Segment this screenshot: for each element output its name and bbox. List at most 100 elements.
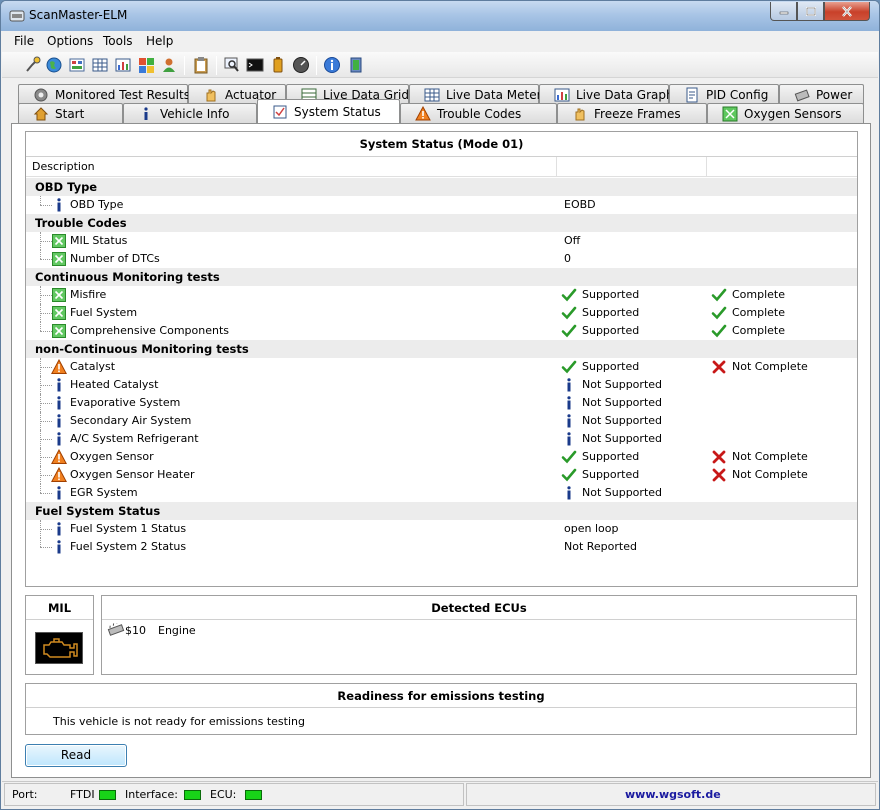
tab-monitored-test-results[interactable]: Monitored Test Results — [18, 84, 190, 104]
menu-options[interactable]: Options — [47, 34, 93, 48]
row-value: Supported — [582, 306, 640, 319]
user-icon[interactable] — [160, 56, 178, 74]
table-row[interactable]: Evaporative System Not Supported — [26, 394, 857, 412]
globe-icon[interactable] — [45, 56, 63, 74]
row-label: Catalyst — [70, 360, 116, 373]
table-row[interactable]: Misfire Supported Complete — [26, 286, 857, 304]
ecu-status-led — [245, 790, 262, 800]
tab-live-data-meter[interactable]: Live Data Meter — [409, 84, 542, 104]
table-row[interactable]: Fuel System Supported Complete — [26, 304, 857, 322]
mil-indicator — [35, 632, 83, 664]
info-icon[interactable] — [323, 56, 341, 74]
graph-icon[interactable] — [114, 56, 132, 74]
row-label: MIL Status — [70, 234, 128, 247]
tab-trouble-codes[interactable]: Trouble Codes — [400, 103, 557, 123]
table-row[interactable]: Number of DTCs 0 — [26, 250, 857, 268]
table-row[interactable]: EGR System Not Supported — [26, 484, 857, 502]
section-header[interactable]: non-Continuous Monitoring tests — [26, 340, 857, 358]
graph-icon — [554, 88, 570, 101]
checkmark-icon — [561, 450, 577, 464]
minimize-button[interactable] — [770, 2, 797, 21]
menu-tools[interactable]: Tools — [103, 34, 133, 48]
table-row[interactable]: Heated Catalyst Not Supported — [26, 376, 857, 394]
engine-warning-icon — [43, 638, 78, 658]
info-icon — [144, 106, 148, 120]
table-row[interactable]: Oxygen Sensor Heater Supported Not Complet… — [26, 466, 857, 484]
column-header-result[interactable] — [707, 157, 857, 177]
row-value: Off — [564, 234, 581, 247]
gauge-icon[interactable] — [292, 56, 310, 74]
checkmark-icon — [561, 360, 577, 374]
warning-icon — [51, 359, 67, 374]
row-label: Fuel System 1 Status — [70, 522, 187, 535]
website-link[interactable]: www.wgsoft.de — [625, 788, 721, 801]
table-row[interactable]: A/C System Refrigerant Not Supported — [26, 430, 857, 448]
row-value: EOBD — [564, 198, 596, 211]
ecu-list-item[interactable]: $10 Engine — [107, 623, 507, 641]
tab-vehicle-info[interactable]: Vehicle Info — [123, 103, 257, 123]
exit-icon[interactable] — [347, 56, 365, 74]
row-result: Complete — [732, 324, 786, 337]
tree-connector — [40, 538, 41, 547]
table-row[interactable]: Fuel System 2 Status Not Reported — [26, 538, 857, 556]
mil-title: MIL — [26, 596, 93, 620]
section-header[interactable]: Fuel System Status — [26, 502, 857, 520]
grid-title: System Status (Mode 01) — [26, 132, 857, 157]
tree-connector — [40, 250, 41, 259]
battery-icon[interactable] — [269, 56, 287, 74]
menu-file[interactable]: File — [14, 34, 34, 48]
table-row[interactable]: Catalyst Supported Not Complete — [26, 358, 857, 376]
ecu-name: Engine — [158, 624, 196, 637]
connect-icon[interactable] — [23, 56, 41, 74]
tab-start[interactable]: Start — [18, 103, 123, 123]
grid-icon[interactable] — [91, 56, 109, 74]
ok-green-icon — [52, 252, 66, 266]
table-row[interactable]: Comprehensive Components Supported Complet… — [26, 322, 857, 340]
search-icon[interactable] — [223, 56, 241, 74]
row-value: Supported — [582, 324, 640, 337]
checkmark-icon — [711, 288, 727, 302]
tab-power[interactable]: Power — [779, 84, 864, 104]
interface-label: Interface: — [125, 788, 178, 801]
table-row[interactable]: Oxygen Sensor Supported Not Complete — [26, 448, 857, 466]
document-icon — [686, 87, 698, 102]
column-header-description[interactable]: Description — [26, 157, 557, 177]
terminal-icon[interactable] — [246, 56, 264, 74]
cross-icon — [712, 468, 726, 482]
vehicle-info-icon[interactable] — [68, 56, 86, 74]
tab-live-data-graph[interactable]: Live Data Graph — [539, 84, 674, 104]
section-header[interactable]: OBD Type — [26, 178, 857, 196]
tab-oxygen-sensors[interactable]: Oxygen Sensors — [707, 103, 864, 123]
row-label: Fuel System — [70, 306, 138, 319]
tree-connector — [40, 196, 41, 205]
tab-pid-config[interactable]: PID Config — [669, 84, 779, 104]
info-icon — [57, 486, 61, 500]
tab-freeze-frames[interactable]: Freeze Frames — [557, 103, 707, 123]
toolbar-separator — [216, 56, 217, 75]
chip-icon — [107, 623, 125, 636]
ok-green-icon — [52, 288, 66, 302]
readiness-title: Readiness for emissions testing — [26, 684, 856, 708]
clipboard-icon[interactable] — [192, 56, 210, 74]
row-value: 0 — [564, 252, 571, 265]
menu-help[interactable]: Help — [146, 34, 173, 48]
cross-icon — [712, 360, 726, 374]
table-row[interactable]: MIL Status Off — [26, 232, 857, 250]
close-button[interactable] — [824, 2, 870, 21]
sensor-icon — [722, 106, 738, 121]
info-icon — [567, 378, 571, 392]
row-value: Not Supported — [582, 432, 663, 445]
table-row[interactable]: Secondary Air System Not Supported — [26, 412, 857, 430]
section-header[interactable]: Continuous Monitoring tests — [26, 268, 857, 286]
row-value: Not Supported — [582, 378, 663, 391]
maximize-button[interactable] — [797, 2, 824, 21]
column-header-value[interactable] — [557, 157, 707, 177]
tab-system-status[interactable]: System Status — [257, 99, 400, 123]
table-row[interactable]: Fuel System 1 Status open loop — [26, 520, 857, 538]
system-status-grid: System Status (Mode 01) Description OBD … — [25, 131, 858, 587]
row-label: Heated Catalyst — [70, 378, 159, 391]
read-button[interactable]: Read — [25, 744, 127, 767]
windows-icon[interactable] — [137, 56, 155, 74]
section-header[interactable]: Trouble Codes — [26, 214, 857, 232]
table-row[interactable]: OBD Type EOBD — [26, 196, 857, 214]
